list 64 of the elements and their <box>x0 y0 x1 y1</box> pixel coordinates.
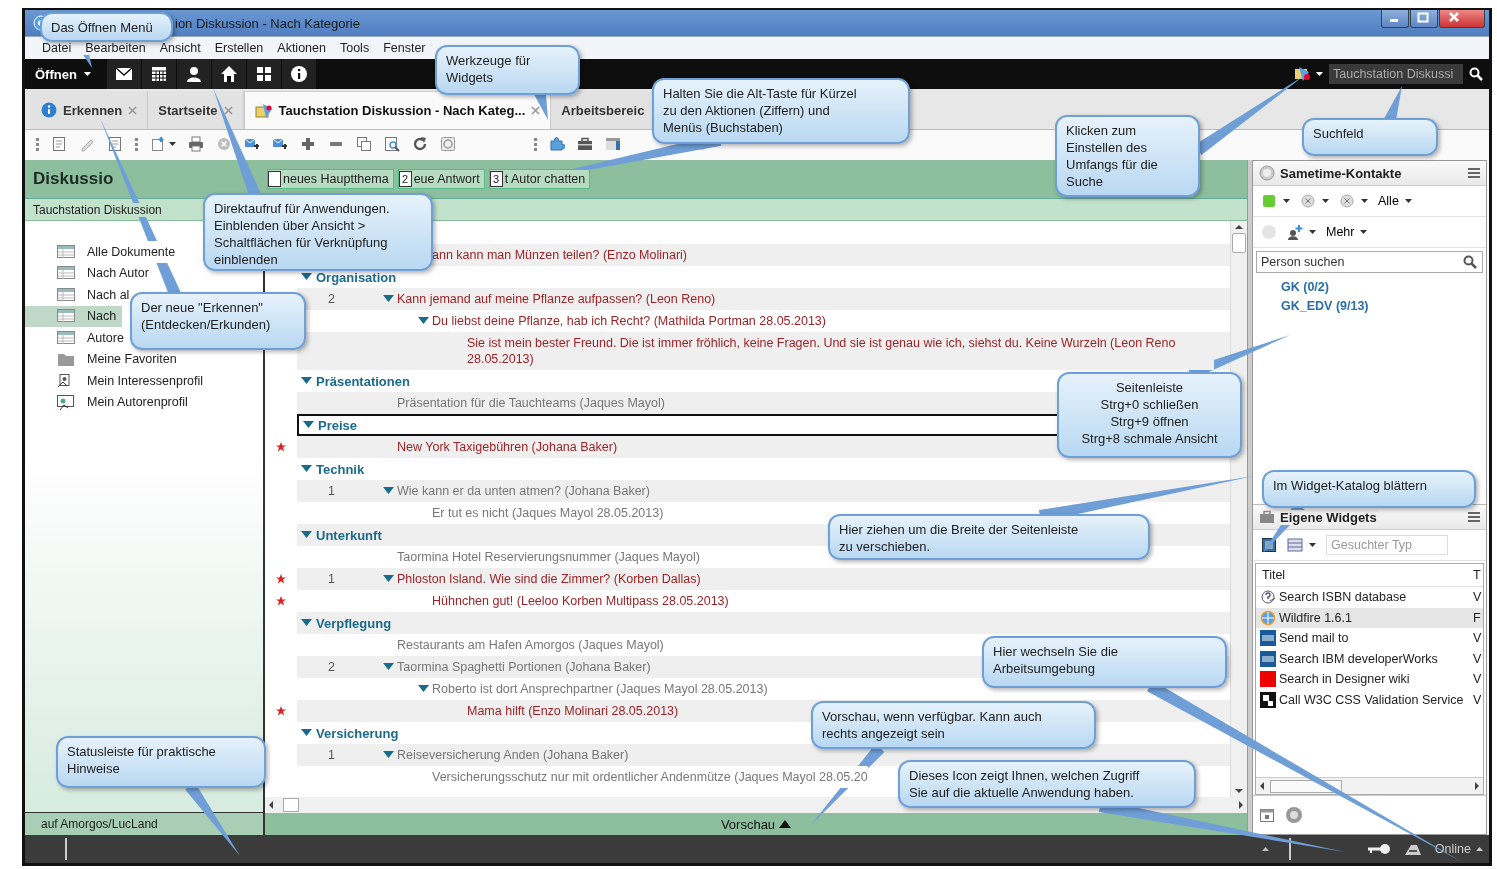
callout-tooltip: Statusleiste für praktische Hinweise <box>56 736 266 788</box>
navigation-item[interactable]: Nach <box>25 305 123 327</box>
table-cell-text: V <box>1472 631 1483 646</box>
contact-group[interactable]: GK_EDV (9/13) <box>1281 299 1486 318</box>
contact-group[interactable]: GK (0/2) <box>1281 280 1486 299</box>
view-title: Diskussio <box>33 169 115 189</box>
online-status-button[interactable]: Online <box>1434 842 1483 856</box>
table-cell-text: V <box>1472 590 1483 605</box>
callout-tooltip: Halten Sie die Alt-Taste für Kürzel zu den Aktionen (Ziffern) und Menüs (Buchstaben) <box>652 78 910 144</box>
search-field[interactable]: Tauchstation Diskussi <box>1329 64 1463 84</box>
callout-tooltip: Vorschau, wenn verfügbar. Kann auch rechts angezeigt sein <box>811 701 1096 749</box>
window-title: ion Diskussion - Nach Kategorie <box>175 15 360 31</box>
callout-tooltip: Suchfeld <box>1302 118 1438 156</box>
table-row[interactable]: Sie ist mein bester Freund. Die ist immer fröhlich, keine Fragen. Und sie ist genau wie ich, siehst du. Keine Wurzeln (Leon Reno 28.05.2013) <box>297 332 1230 370</box>
callout-tooltip: Der neue "Erkennen" (Entdecken/Erkunden) <box>130 292 306 350</box>
reply-count: 2 <box>327 292 336 306</box>
action-button[interactable]: 3 t Autor chatten <box>488 169 591 189</box>
reply-count: 1 <box>327 748 336 762</box>
category-label[interactable]: Unterkunft <box>316 527 382 543</box>
tab[interactable]: Tauchstation Diskussion - Nach Kateg... <box>243 91 552 129</box>
tab[interactable]: Erkennen <box>31 91 149 129</box>
category-label[interactable]: Verpflegung <box>316 615 392 631</box>
table-cell-text: F <box>1472 610 1482 625</box>
callout-tooltip: Das Öffnen Menü <box>40 12 173 42</box>
table-row[interactable]: Wildfire 1.6.1 F <box>1256 607 1483 628</box>
table-cell-text: V <box>1472 651 1483 666</box>
category-label[interactable]: Preise <box>318 417 358 433</box>
table-row[interactable]: Verpflegung <box>297 612 1230 634</box>
callout-tooltip: Seitenleiste Strg+0 schließen Strg+9 öffnen Strg+8 schmale Ansicht <box>1057 372 1242 458</box>
column-header[interactable]: T <box>1471 568 1483 582</box>
action-button[interactable]: 2 eue Antwort <box>397 169 485 189</box>
reply-count: 1 <box>327 484 336 498</box>
category-label[interactable]: Präsentationen <box>316 373 410 389</box>
callout-tooltip: Hier wechseln Sie die Arbeitsumgebung <box>982 636 1227 688</box>
action-button[interactable]: neues Hauptthema <box>267 169 394 189</box>
table-row[interactable]: 2 Kann jemand auf meine Pflanze aufpassen? (Leon Reno) <box>297 288 1230 310</box>
preview-toggle[interactable]: Vorschau <box>265 813 1247 835</box>
reply-count: 2 <box>327 660 336 674</box>
table-cell-text: V <box>1472 672 1483 687</box>
database-name: Tauchstation Diskussion <box>33 202 162 217</box>
category-label[interactable]: Organisation <box>316 269 397 285</box>
server-label: auf Amorgos/LucLand <box>25 812 263 835</box>
entry-text[interactable]: Versicherungsschutz nur mit ordentlicher Andenmütze (Jaques Mayol 28.05.20 <box>432 766 868 788</box>
table-row[interactable]: 1 Wie kann er da unten atmen? (Johana Baker) <box>297 480 1230 502</box>
callout-tooltip: Hier ziehen um die Breite der Seitenleiste zu verschieben. <box>828 514 1150 560</box>
callout-tooltip: Im Widget-Katalog blättern <box>1262 470 1476 508</box>
shortcut-key: 2 <box>398 171 412 187</box>
open-menu-button[interactable]: Öffnen <box>35 66 101 82</box>
table-cell-text: V <box>1472 692 1483 707</box>
table-row[interactable]: 1 Phloston Island. Wie sind die Zimmer? (Korben Dallas) <box>297 568 1230 590</box>
callout-tooltip: Dieses Icon zeigt Ihnen, welchen Zugriff Sie auf die aktuelle Anwendung haben. <box>898 760 1196 808</box>
panel-title: Sametime-Kontakte <box>1280 165 1402 181</box>
shortcut-key: 3 <box>489 171 503 187</box>
category-label[interactable]: Technik <box>316 461 365 477</box>
more-dropdown[interactable]: Mehr <box>1326 225 1368 239</box>
search-field[interactable]: Person suchen <box>1256 251 1483 273</box>
panel-title: Eigene Widgets <box>1280 509 1377 525</box>
tab[interactable]: Startseite <box>148 91 244 129</box>
category-label[interactable]: Versicherung <box>316 725 399 741</box>
callout-tooltip: Direktaufruf für Anwendungen. Einblenden über Ansicht > Schaltflächen für Verknüpfung einblenden <box>203 193 433 271</box>
reply-count: 1 <box>327 572 336 586</box>
filter-dropdown[interactable]: Alle <box>1378 194 1412 208</box>
callout-tooltip: Werkzeuge für Widgets <box>435 45 580 95</box>
callout-tooltip: Klicken zum Einstellen des Umfangs für die Suche <box>1055 115 1200 197</box>
